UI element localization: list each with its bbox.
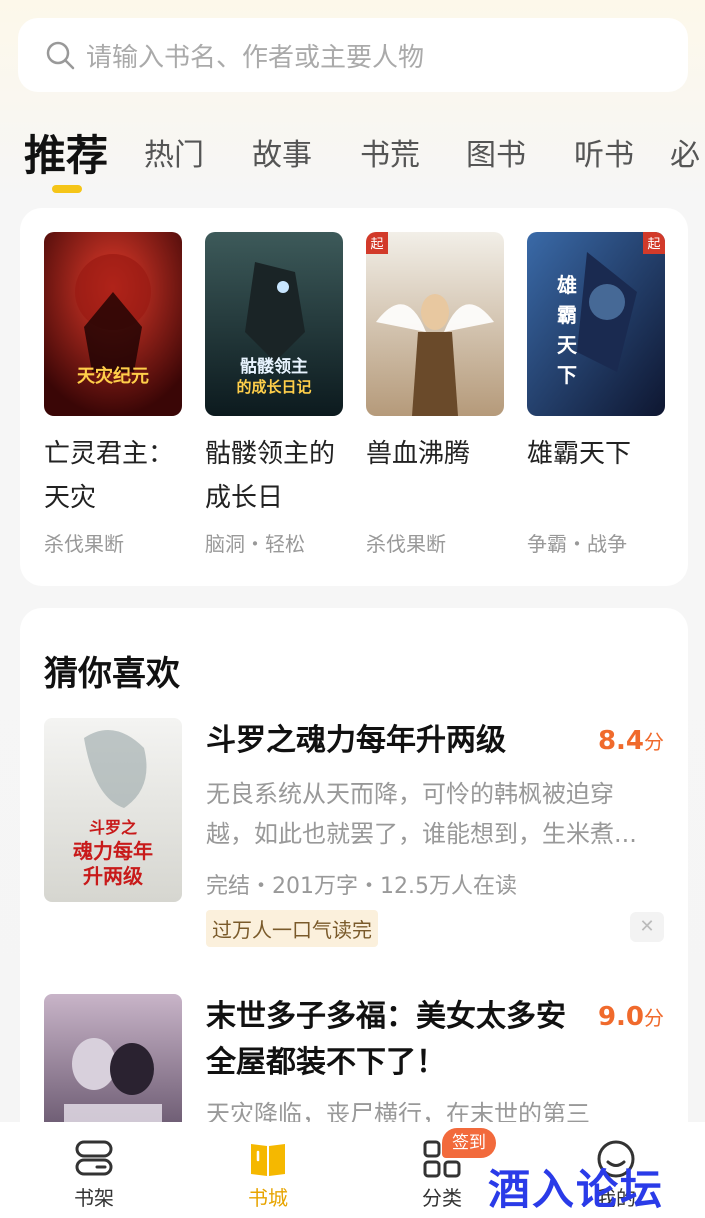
book-cover: 骷髅领主 的成长日记 xyxy=(205,232,343,416)
nav-book-city[interactable]: 书城 xyxy=(228,1138,308,1211)
rec-book-tags: 争霸・战争 xyxy=(527,532,627,556)
book-score: 9.0分 xyxy=(598,1002,664,1032)
book-cover: 天灾纪元 xyxy=(44,232,182,416)
book-title: 斗罗之魂力每年升两级 xyxy=(206,723,506,758)
tab-audiobook[interactable]: 听书 xyxy=(574,130,634,174)
rec-book-tags: 杀伐果断 xyxy=(44,532,124,556)
tab-indicator xyxy=(52,185,82,193)
rec-book-tags: 杀伐果断 xyxy=(366,532,446,556)
svg-text:魂力每年: 魂力每年 xyxy=(73,839,153,863)
close-icon[interactable]: ✕ xyxy=(630,912,664,942)
rec-book-2[interactable]: 骷髅领主 的成长日记 骷髅领主的成长日 脑洞・轻松 xyxy=(205,232,343,557)
rec-book-4[interactable]: 雄 霸 天 下 起 雄霸天下 争霸・战争 xyxy=(527,232,665,557)
score-value: 9.0 xyxy=(597,1002,644,1032)
rec-book-3[interactable]: 起 兽血沸腾 杀伐果断 xyxy=(366,232,504,557)
nav-label: 分类 xyxy=(422,1186,462,1210)
tab-book-shortage[interactable]: 书荒 xyxy=(360,130,420,174)
svg-text:骷髅领主: 骷髅领主 xyxy=(240,356,308,377)
category-tabs: 推荐 热门 故事 书荒 图书 听书 必 xyxy=(0,118,705,198)
guess-book-1[interactable]: 斗罗之 魂力每年 升两级 斗罗之魂力每年升两级 8.4分 无良系统从天而降，可怜… xyxy=(20,718,688,978)
svg-text:起: 起 xyxy=(647,237,660,252)
tab-books[interactable]: 图书 xyxy=(466,130,526,174)
search-placeholder: 请输入书名、作者或主要人物 xyxy=(86,42,425,73)
svg-text:的成长日记: 的成长日记 xyxy=(236,378,311,396)
book-meta: 完结・201万字・12.5万人在读 xyxy=(206,874,517,899)
svg-text:起: 起 xyxy=(370,237,383,252)
nav-label: 书城 xyxy=(248,1186,288,1210)
tab-recommend[interactable]: 推荐 xyxy=(24,122,108,183)
book-title: 末世多子多福：美女太多安全屋都装不下了！ xyxy=(206,999,566,1080)
search-bar[interactable]: 请输入书名、作者或主要人物 xyxy=(18,18,688,92)
book-cover: 起 xyxy=(366,232,504,416)
rec-book-title: 兽血沸腾 xyxy=(366,439,471,469)
nav-bookshelf[interactable]: 书架 xyxy=(54,1138,134,1211)
svg-text:天: 天 xyxy=(557,333,578,357)
svg-text:下: 下 xyxy=(557,363,577,387)
tab-must[interactable]: 必 xyxy=(670,130,700,174)
svg-text:天灾纪元: 天灾纪元 xyxy=(77,365,149,387)
rec-book-tags: 脑洞・轻松 xyxy=(205,532,305,556)
rec-book-title: 骷髅领主的成长日 xyxy=(205,439,336,513)
rec-book-1[interactable]: 天灾纪元 亡灵君主：天灾 杀伐果断 xyxy=(44,232,182,557)
book-cover: 斗罗之 魂力每年 升两级 xyxy=(44,718,182,902)
book-description: 无良系统从天而降，可怜的韩枫被迫穿越，如此也就罢了，谁能想到，生米煮... xyxy=(206,780,637,848)
svg-text:霸: 霸 xyxy=(557,303,577,327)
score-unit: 分 xyxy=(644,730,664,754)
svg-text:升两级: 升两级 xyxy=(83,864,143,888)
tab-hot[interactable]: 热门 xyxy=(144,130,204,174)
checkin-badge[interactable]: 签到 xyxy=(442,1128,496,1158)
section-title: 猜你喜欢 xyxy=(44,654,180,694)
score-value: 8.4 xyxy=(597,726,644,756)
svg-text:斗罗之: 斗罗之 xyxy=(89,818,137,837)
rec-book-title: 雄霸天下 xyxy=(527,439,632,469)
watermark: 酒入论坛 xyxy=(488,1165,665,1214)
book-badge: 过万人一口气读完 xyxy=(206,910,378,947)
search-icon xyxy=(46,41,75,70)
nav-label: 书架 xyxy=(74,1186,114,1210)
score-unit: 分 xyxy=(644,1006,664,1030)
book-cover: 雄 霸 天 下 起 xyxy=(527,232,665,416)
book-city-icon xyxy=(251,1144,285,1176)
recommend-card: 天灾纪元 亡灵君主：天灾 杀伐果断 骷髅领主 的成长日记 骷髅领主的成长日 脑洞… xyxy=(20,208,688,586)
tab-story[interactable]: 故事 xyxy=(252,130,312,174)
book-score: 8.4分 xyxy=(598,726,664,756)
bookshelf-icon xyxy=(75,1140,113,1176)
svg-text:雄: 雄 xyxy=(556,273,577,297)
rec-book-title: 亡灵君主：天灾 xyxy=(44,439,175,513)
